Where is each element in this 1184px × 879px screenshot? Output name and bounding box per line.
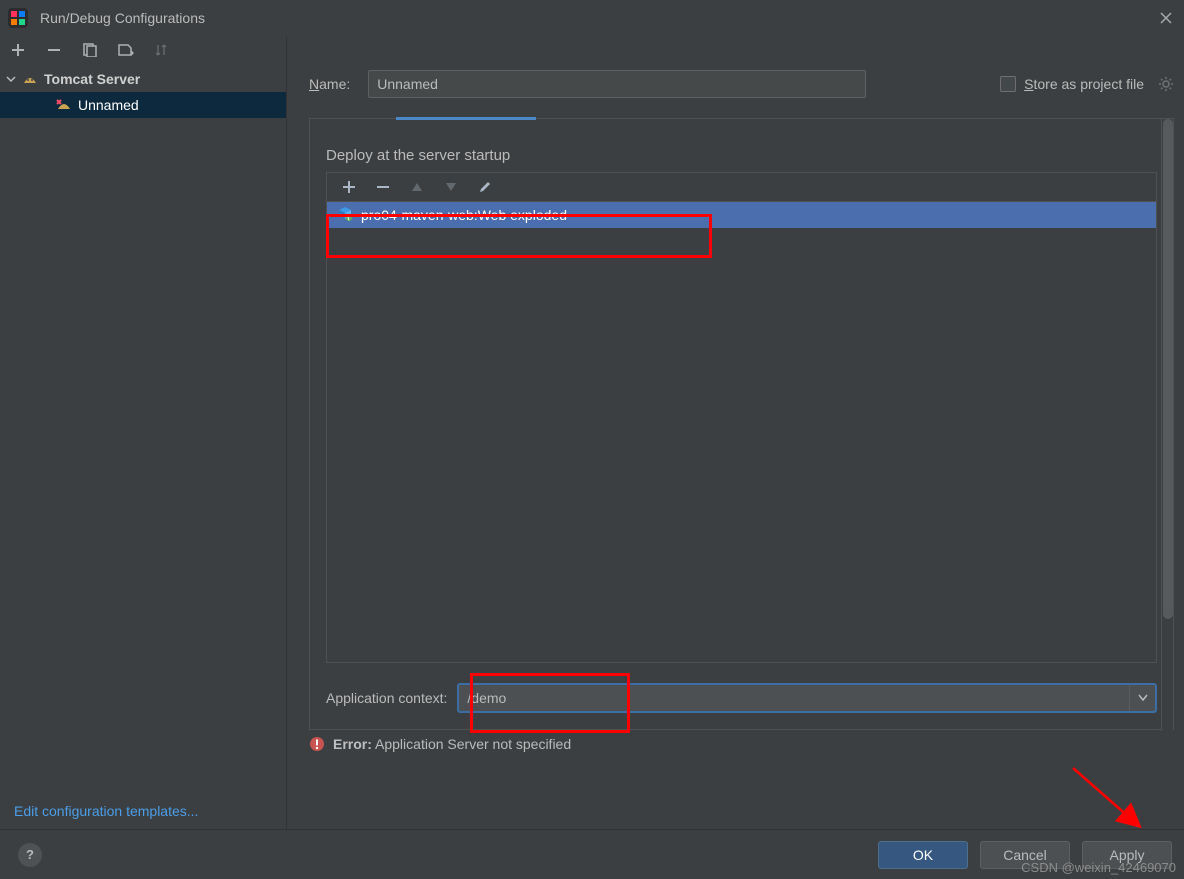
tree-node-tomcat[interactable]: Tomcat Server [0,66,286,92]
store-as-project-file[interactable]: Store as project file [1000,76,1174,92]
content-area: Deploy at the server startup pro04-maven… [309,118,1174,730]
section-title: Deploy at the server startup [326,147,1157,164]
active-tab-indicator [396,117,536,120]
artifact-name: pro04-maven-web:Web exploded [361,207,567,223]
save-config-icon[interactable] [116,40,136,60]
deploy-list: pro04-maven-web:Web exploded [326,172,1157,663]
remove-config-icon[interactable] [44,40,64,60]
edit-artifact-icon[interactable] [477,179,493,195]
app-context-input[interactable] [459,690,1129,706]
scrollbar-thumb[interactable] [1163,119,1173,619]
cancel-button[interactable]: Cancel [980,841,1070,869]
sort-config-icon [152,40,172,60]
left-toolbar [0,36,286,66]
checkbox-icon[interactable] [1000,76,1016,92]
deploy-toolbar [327,173,1156,202]
list-item[interactable]: pro04-maven-web:Web exploded [327,202,1156,228]
add-artifact-icon[interactable] [341,179,357,195]
dialog-footer: ? OK Cancel Apply [0,829,1184,879]
error-icon [309,736,325,752]
chevron-down-icon[interactable] [6,74,16,84]
apply-button[interactable]: Apply [1082,841,1172,869]
add-config-icon[interactable] [8,40,28,60]
store-label: Store as project file [1024,76,1144,92]
tree-label: Unnamed [78,97,139,113]
tomcat-local-icon [56,97,72,113]
app-context-label: Application context: [326,690,447,706]
tree-label: Tomcat Server [44,71,140,87]
error-row: Error: Application Server not specified [309,736,1174,752]
artifact-icon [337,206,353,225]
error-text: Error: Application Server not specified [333,736,571,752]
close-icon[interactable] [1158,10,1174,26]
scrollbar[interactable] [1161,119,1173,731]
app-context-dropdown[interactable] [457,683,1157,713]
help-button[interactable]: ? [18,843,42,867]
config-tree[interactable]: Tomcat Server Unnamed [0,66,286,793]
edit-templates-link[interactable]: Edit configuration templates... [0,793,286,829]
remove-artifact-icon[interactable] [375,179,391,195]
move-up-icon [409,179,425,195]
deploy-section: Deploy at the server startup pro04-maven… [310,119,1173,673]
app-logo-icon [8,8,28,28]
left-pane: Tomcat Server Unnamed Edit configuration… [0,36,287,829]
title-bar: Run/Debug Configurations [0,0,1184,36]
copy-config-icon[interactable] [80,40,100,60]
name-label: Name: [309,76,350,92]
name-row: Name: Store as project file [309,70,1174,98]
app-context-row: Application context: [310,673,1173,729]
right-pane: Name: Store as project file Deploy at th… [287,36,1184,829]
ok-button[interactable]: OK [878,841,968,869]
gear-icon[interactable] [1158,76,1174,92]
move-down-icon [443,179,459,195]
tree-node-unnamed[interactable]: Unnamed [0,92,286,118]
window-title: Run/Debug Configurations [40,10,205,26]
tomcat-icon [22,71,38,87]
name-input[interactable] [368,70,866,98]
chevron-down-icon[interactable] [1129,685,1155,711]
